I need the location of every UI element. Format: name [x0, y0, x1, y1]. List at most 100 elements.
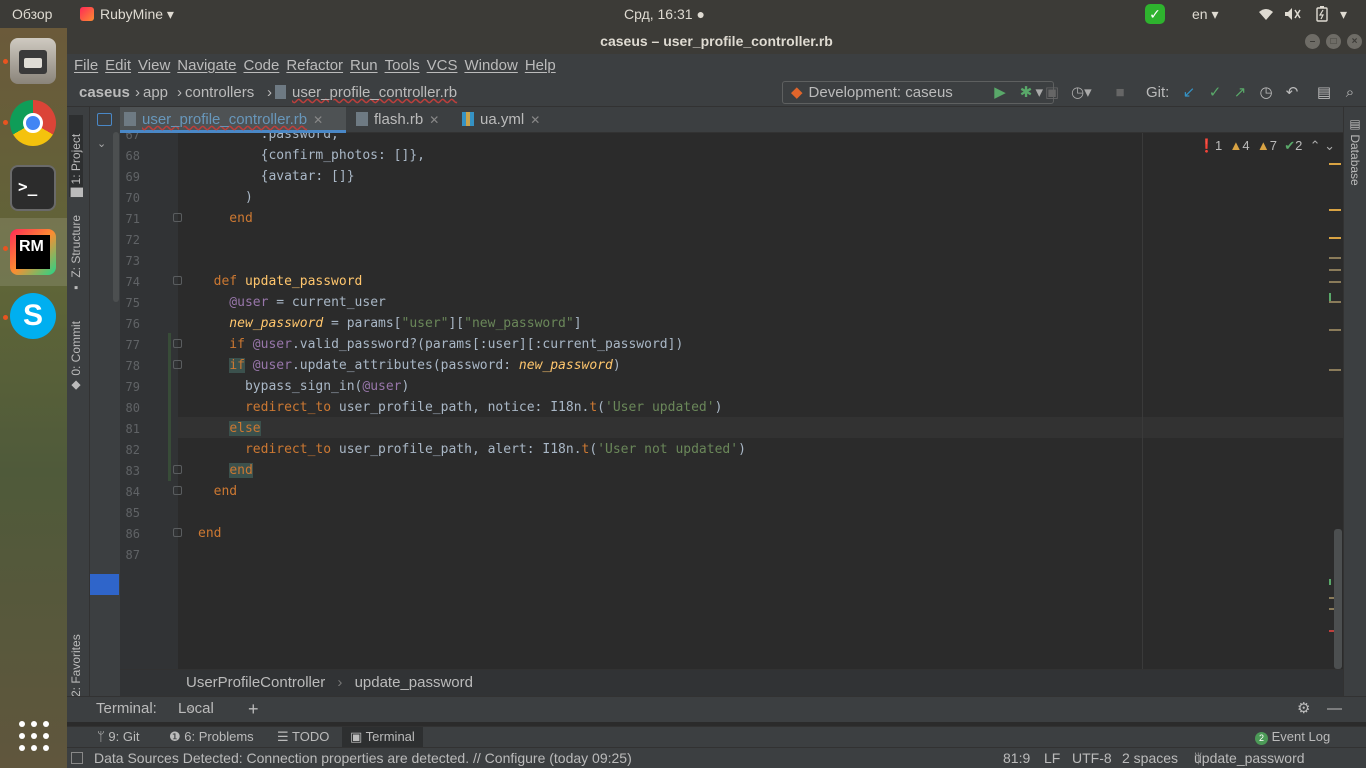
tool-button-todo[interactable]: ☰ TODO [269, 727, 337, 747]
weak-warning-marker[interactable] [1329, 301, 1341, 303]
code-line[interactable]: if @user.valid_password?(params[:user][:… [198, 337, 683, 352]
rubymine-launcher-icon[interactable]: RM [10, 229, 56, 275]
clock[interactable]: Срд, 16:31 ● [624, 0, 705, 28]
line-number[interactable]: 75 [120, 296, 140, 310]
code-line[interactable]: {avatar: []} [198, 169, 355, 184]
line-number[interactable]: 73 [120, 254, 140, 268]
indent-setting[interactable]: 2 spaces [1122, 748, 1178, 768]
change-marker[interactable] [1329, 579, 1331, 585]
update-check-icon[interactable]: ✓ [1145, 0, 1165, 28]
run-config-selector[interactable]: ◆ Development: caseus ▾ [782, 81, 1054, 104]
breadcrumb-method[interactable]: update_password [355, 674, 473, 691]
nav-crumb-file[interactable]: user_profile_controller.rb [275, 80, 457, 106]
tab-user-profile-controller[interactable]: user_profile_controller.rb ✕ [120, 107, 346, 133]
menu-tools[interactable]: Tools [378, 54, 420, 78]
tool-tab-commit[interactable]: ◆ 0: Commit [69, 317, 83, 393]
menu-navigate[interactable]: Navigate [170, 54, 236, 78]
nav-crumb-project[interactable]: caseus [79, 80, 130, 106]
line-number[interactable]: 86 [120, 527, 140, 541]
weak-warning-marker[interactable] [1329, 281, 1341, 283]
gear-icon[interactable]: ⚙ [1297, 697, 1310, 721]
git-push-icon[interactable]: ↗ [1231, 84, 1249, 102]
debug-icon[interactable]: ✱ [1017, 84, 1035, 102]
search-icon[interactable]: ⌕ [1341, 84, 1359, 102]
code-line[interactable]: end [198, 484, 238, 499]
line-number[interactable]: 70 [120, 191, 140, 205]
app-menu[interactable]: RubyMine ▾ [80, 0, 174, 28]
code-line[interactable]: :password, [198, 133, 339, 142]
tool-button-event-log[interactable]: 2 Event Log [1247, 727, 1338, 747]
code-line[interactable]: redirect_to user_profile_path, notice: I… [198, 400, 722, 415]
hide-panel-icon[interactable]: — [1327, 697, 1342, 721]
tool-tab-database[interactable]: ▤ Database [1348, 117, 1362, 186]
close-tab-icon[interactable]: ✕ [530, 113, 540, 127]
line-number[interactable]: 87 [120, 548, 140, 562]
project-scrollbar[interactable] [113, 132, 119, 302]
project-view-icon[interactable] [97, 113, 112, 126]
file-encoding[interactable]: UTF-8 [1072, 748, 1112, 768]
code-line[interactable]: new_password = params["user"]["new_passw… [198, 316, 581, 331]
terminal-icon[interactable]: >_ [10, 165, 56, 211]
maximize-button[interactable]: □ [1326, 34, 1341, 49]
fold-marker-icon[interactable] [173, 276, 182, 285]
tool-tab-structure[interactable]: ▪ Z: Structure [69, 209, 83, 295]
code-line[interactable]: def update_password [198, 274, 363, 289]
code-line[interactable]: end [198, 211, 253, 226]
code-editor[interactable]: :password, {confirm_photos: []}, {avatar… [120, 133, 1343, 669]
coverage-icon[interactable]: ▣ [1043, 84, 1061, 102]
line-number[interactable]: 79 [120, 380, 140, 394]
chevron-up-icon[interactable]: ⌃ [1310, 138, 1321, 153]
line-number[interactable]: 67 [120, 133, 140, 142]
code-line[interactable]: redirect_to user_profile_path, alert: I1… [198, 442, 746, 457]
git-update-icon[interactable]: ↙ [1180, 84, 1198, 102]
close-tab-icon[interactable]: ✕ [313, 113, 323, 127]
menu-edit[interactable]: Edit [98, 54, 131, 78]
tool-button-git[interactable]: ᛘ 9: Git [89, 727, 148, 747]
project-tree-selection[interactable] [90, 574, 119, 595]
weak-warning-marker[interactable] [1329, 369, 1341, 371]
menu-refactor[interactable]: Refactor [279, 54, 343, 78]
breadcrumb-class[interactable]: UserProfileController [186, 674, 325, 691]
keyboard-layout[interactable]: en ▾ [1192, 0, 1219, 28]
line-number[interactable]: 76 [120, 317, 140, 331]
git-history-icon[interactable]: ◷ [1257, 84, 1275, 102]
tab-ua-yml[interactable]: ua.yml ✕ [458, 107, 548, 133]
files-icon[interactable] [10, 38, 56, 84]
code-line[interactable]: else [198, 421, 261, 436]
fold-marker-icon[interactable] [173, 486, 182, 495]
warning-marker[interactable] [1329, 209, 1341, 211]
menu-window[interactable]: Window [457, 54, 517, 78]
tool-tab-favorites[interactable]: 2: Favorites [69, 625, 83, 697]
menu-view[interactable]: View [131, 54, 170, 78]
menu-code[interactable]: Code [236, 54, 279, 78]
weak-warning-marker[interactable] [1329, 329, 1341, 331]
weak-warning-marker[interactable] [1329, 269, 1341, 271]
show-apps-icon[interactable] [16, 718, 52, 754]
presentation-icon[interactable]: ▤ [1315, 84, 1333, 102]
line-number[interactable]: 84 [120, 485, 140, 499]
close-tab-icon[interactable]: ✕ [429, 113, 439, 127]
fold-marker-icon[interactable] [173, 465, 182, 474]
line-number[interactable]: 68 [120, 149, 140, 163]
code-line[interactable]: bypass_sign_in(@user) [198, 379, 409, 394]
status-message[interactable]: Data Sources Detected: Connection proper… [94, 748, 632, 768]
code-line[interactable]: ) [198, 190, 253, 205]
power-menu-arrow[interactable]: ▾ [1340, 0, 1347, 28]
close-tab-icon[interactable]: × [186, 697, 193, 721]
run-icon[interactable]: ▶ [991, 84, 1009, 102]
tool-button-terminal[interactable]: ▣ Terminal [342, 727, 423, 747]
inspection-widget[interactable]: ❗1 ▲4 ▲7 ✔2 ⌃ ⌄ [1199, 138, 1335, 154]
chevron-down-icon[interactable]: ⌄ [97, 137, 106, 150]
line-number[interactable]: 72 [120, 233, 140, 247]
skype-icon[interactable]: S [10, 293, 56, 339]
fold-marker-icon[interactable] [173, 213, 182, 222]
editor-scroll-thumb[interactable] [1334, 529, 1342, 669]
close-window-button[interactable]: × [1347, 34, 1362, 49]
nav-crumb-app[interactable]: app [143, 80, 168, 106]
code-line[interactable]: {confirm_photos: []}, [198, 148, 425, 163]
weak-warning-marker[interactable] [1329, 257, 1341, 259]
line-separator[interactable]: LF [1044, 748, 1060, 768]
git-commit-icon[interactable]: ✓ [1206, 84, 1224, 102]
stop-icon[interactable]: ■ [1111, 84, 1129, 102]
code-line[interactable]: if @user.update_attributes(password: new… [198, 358, 621, 373]
